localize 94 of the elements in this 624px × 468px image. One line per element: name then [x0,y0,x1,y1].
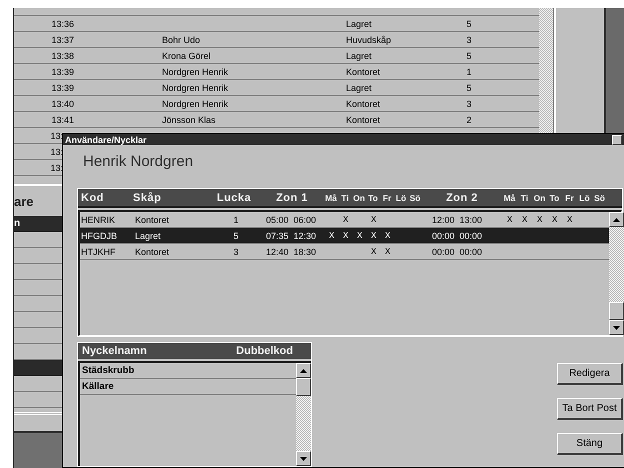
day-header: Fr [382,192,392,202]
dialog-button[interactable]: Stäng [557,433,623,455]
panel-title: are [14,194,34,208]
place-cell-text: Lagret [345,82,373,92]
scrollbar[interactable] [609,212,624,335]
number-cell-text: 1 [465,66,472,76]
day-header: Ti [340,192,350,202]
column-header: Dubbelkod [236,345,293,357]
day-header: Sö [408,192,422,202]
scroll-thumb[interactable] [609,302,624,320]
time-cell-text: 13:40 [50,98,74,108]
day-header: Må [324,192,338,202]
column-header: Skåp [133,192,162,204]
day-header: Lö [578,192,591,202]
cabinet-cell-text: Kontoret [135,246,170,256]
code-cell-text: HTJKHF [80,246,116,256]
key-name-item[interactable]: Städskrubb [80,363,296,379]
day-header: On [352,192,366,202]
place-cell-text: Lagret [345,50,373,60]
day-header: Må [502,192,516,202]
place-cell-text: Kontoret [345,98,382,108]
time-cell-text: 13:36 [50,18,74,28]
time-cell-text: 13: [49,162,63,172]
day-marks: X X [342,214,378,224]
place-cell-text: Lagret [345,18,373,28]
hatch-cell-text: 5 [232,230,240,240]
day-marks: X X [370,246,392,256]
up-arrow-icon [613,218,620,222]
user-name-heading: Henrik Nordgren [82,153,194,172]
hatch-cell-text: 3 [232,246,240,256]
time-cell-text: 13:37 [50,34,74,44]
time-cell-text: 13:41 [50,114,74,124]
scrollbar[interactable] [296,363,311,466]
number-cell-text: 3 [465,98,472,108]
number-cell-text: 5 [465,82,472,92]
place-cell-text: Huvudskåp [345,34,392,44]
key-name-item[interactable]: Källare [80,379,296,395]
time-cell-text: 13:39 [50,82,74,92]
day-header: To [367,192,379,202]
up-arrow-icon [300,368,307,372]
scroll-down-button[interactable] [609,320,624,335]
down-arrow-icon [300,456,307,460]
list-item[interactable]: n [14,216,63,232]
scroll-up-button[interactable] [296,363,311,378]
code-cell-text: HFGDJB [80,230,118,240]
day-header: Lö [394,192,408,202]
column-header: Kod [80,192,105,204]
number-cell-text: 3 [465,34,472,44]
day-header: Fr [564,192,575,202]
day-header: Ti [520,192,530,202]
number-cell-text: 5 [465,50,472,60]
zone-time-cell-text: 00:00 00:00 [431,230,484,240]
dialog-button[interactable]: Redigera [557,363,623,385]
time-cell-text: 13:38 [50,50,74,60]
day-header: Sö [593,192,606,202]
column-header: Zon 2 [445,192,479,204]
table-row[interactable]: HFGDJB Lagret 5 07:35 12:30 X X X X X 00:00 00:00 [80,228,609,244]
cabinet-cell-text: Kontoret [135,214,170,224]
day-header: To [548,192,560,202]
dialog-button[interactable]: Ta Bort Post [557,398,623,420]
name-cell-text: Nordgren Henrik [161,82,230,92]
column-header: Lucka [216,192,252,204]
place-cell-text: Kontoret [345,114,382,124]
time-cell-text: 13: [49,130,63,140]
zone-time-cell-text: 00:00 00:00 [431,246,484,256]
code-cell-text: HENRIK [80,214,116,224]
place-cell-text: Kontoret [345,66,382,76]
column-header: Zon 1 [275,192,309,204]
number-cell-text: 5 [465,18,472,28]
name-cell-text: Nordgren Henrik [161,66,230,76]
zone-time-cell-text: 12:40 18:30 [265,246,318,256]
scroll-up-button[interactable] [609,212,624,227]
day-header: On [532,192,546,202]
day-marks: X X X X X [506,214,575,224]
name-cell-text: Bohr Udo [161,34,202,44]
day-marks: X X X X X [328,230,392,240]
cabinet-cell-text: Lagret [135,230,162,240]
number-cell-text: 2 [465,114,472,124]
scroll-thumb[interactable] [296,378,311,396]
zone-time-cell-text: 07:35 12:30 [265,230,318,240]
name-cell-text: Krona Görel [161,50,212,60]
down-arrow-icon [613,326,620,330]
table-row[interactable]: HTJKHF Kontoret 3 12:40 18:30 X X 00:00 00:00 [80,244,609,260]
name-cell-text: Jönsson Klas [161,114,217,124]
time-cell-text: 13: [49,146,63,156]
hatch-cell-text: 1 [232,214,240,224]
zone-time-cell-text: 05:00 06:00 [265,214,318,224]
time-cell-text: 13:39 [50,66,74,76]
name-cell-text: Nordgren Henrik [161,98,230,108]
zone-time-cell-text: 12:00 13:00 [431,214,484,224]
close-button[interactable] [612,134,622,144]
scroll-down-button[interactable] [296,451,311,466]
column-header: Nyckelnamn [82,345,147,357]
window-title: Användare/Nycklar [65,134,147,144]
